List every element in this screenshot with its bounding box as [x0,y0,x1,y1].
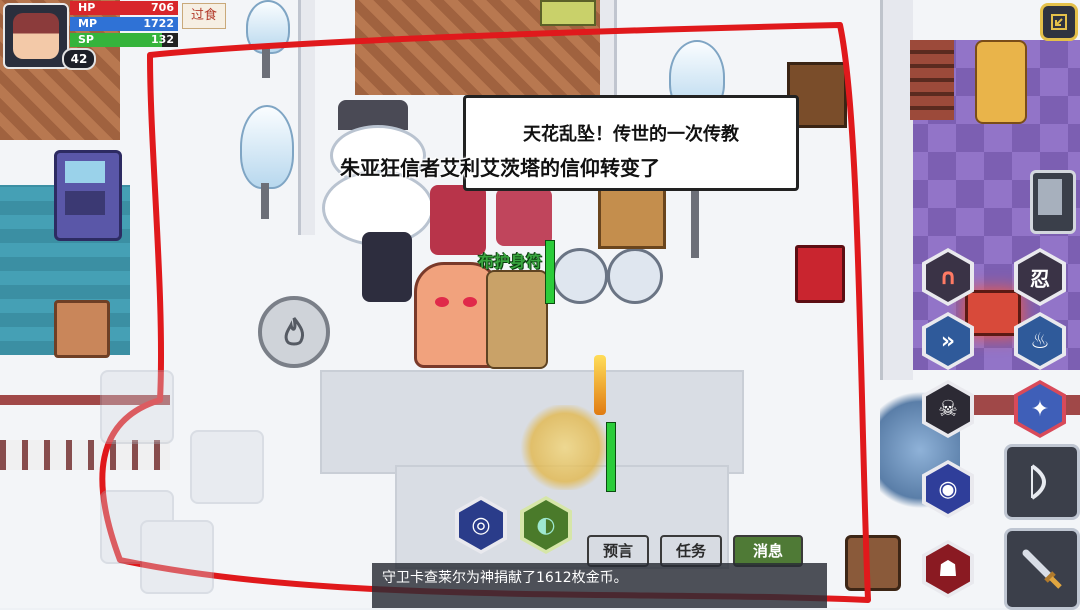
hp-value: 706 [151,1,174,14]
hp-label: HP [78,1,96,14]
skill-popup-text: 布护身符 [478,252,543,271]
hp-bar: HP 706 [70,1,178,15]
speech-bubble-text: 天花乱坠！传世的一次传教 [523,124,739,145]
chat-log: 守卫卡查莱尔为神捐献了1612枚金币。 [372,563,827,608]
fire-action-icon[interactable] [258,296,330,368]
event-announcement: 朱亚狂信者艾利艾茨塔的信仰转变了 [340,156,660,180]
status-tag: 过食 [182,3,226,29]
avatar [13,13,59,59]
mp-bar: MP 1722 [70,17,178,31]
sp-label: SP [78,33,94,46]
mp-value: 1722 [143,17,174,30]
mp-label: MP [78,17,98,30]
sword-attack-icon[interactable] [1004,528,1080,610]
player-level-badge: 42 [62,48,96,70]
player-portrait[interactable] [3,3,69,69]
sp-value: 132 [151,33,174,46]
window-toggle-icon[interactable] [1040,3,1078,41]
movement-dpad[interactable] [100,370,264,600]
bow-weapon-icon[interactable] [1004,444,1080,520]
chat-line-1: 守卫卡查莱尔为神捐献了1612枚金币。 [382,570,628,586]
phone-icon[interactable] [1030,170,1076,234]
sp-bar: SP 132 [70,33,178,47]
